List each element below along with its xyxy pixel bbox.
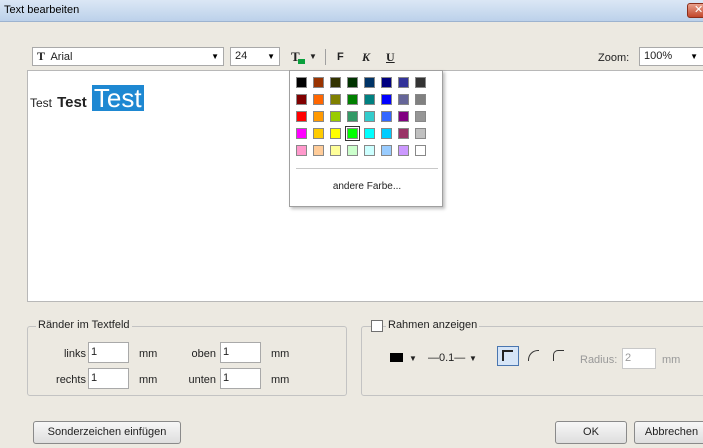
more-colors-option[interactable]: andere Farbe...: [290, 181, 444, 192]
left-margin-unit: mm: [139, 348, 158, 360]
zoom-label: Zoom:: [598, 52, 630, 64]
text-run-bold: Test: [57, 94, 87, 111]
color-swatch[interactable]: [313, 128, 324, 139]
color-swatch[interactable]: [364, 145, 375, 156]
palette-divider: [296, 168, 438, 169]
bottom-margin-input[interactable]: 1: [220, 368, 261, 389]
color-swatch[interactable]: [381, 77, 392, 88]
right-margin-input[interactable]: 1: [88, 368, 129, 389]
window-title: Text bearbeiten: [4, 4, 80, 16]
color-swatch[interactable]: [347, 77, 358, 88]
color-swatch[interactable]: [364, 111, 375, 122]
zoom-value: 100%: [644, 50, 673, 62]
square-corner-icon: [502, 350, 513, 361]
chevron-down-icon: ▼: [267, 52, 275, 61]
border-color-swatch[interactable]: [390, 353, 403, 362]
radius-input[interactable]: 2: [622, 348, 656, 369]
color-swatch[interactable]: [398, 128, 409, 139]
color-swatch[interactable]: [313, 77, 324, 88]
chevron-down-icon: ▼: [211, 52, 219, 61]
color-swatch[interactable]: [415, 128, 426, 139]
current-color-swatch: [298, 59, 305, 64]
insert-special-chars-button[interactable]: Sonderzeichen einfügen: [33, 421, 181, 444]
color-swatch[interactable]: [330, 111, 341, 122]
top-margin-unit: mm: [271, 348, 290, 360]
text-color-button[interactable]: T ▼: [291, 48, 319, 66]
chevron-down-icon: ▼: [690, 52, 698, 61]
chevron-down-icon: ▼: [309, 52, 317, 61]
text-run-selected[interactable]: Test: [91, 85, 144, 111]
color-swatch[interactable]: [347, 111, 358, 122]
radius-label: Radius:: [580, 354, 618, 366]
color-swatch[interactable]: [296, 128, 307, 139]
cancel-button[interactable]: Abbrechen: [634, 421, 703, 444]
color-swatch[interactable]: [381, 94, 392, 105]
color-swatch[interactable]: [364, 128, 375, 139]
title-bar: Text bearbeiten ✕: [0, 0, 703, 22]
color-swatch[interactable]: [330, 145, 341, 156]
color-swatch[interactable]: [415, 77, 426, 88]
show-frame-label: Rahmen anzeigen: [386, 319, 480, 331]
color-swatch[interactable]: [415, 145, 426, 156]
color-swatch[interactable]: [415, 94, 426, 105]
color-swatch[interactable]: [415, 111, 426, 122]
ok-button[interactable]: OK: [555, 421, 627, 444]
color-swatch[interactable]: [364, 77, 375, 88]
color-swatch[interactable]: [381, 145, 392, 156]
toolbar-divider: [325, 49, 326, 65]
left-margin-label: links: [63, 348, 86, 360]
color-swatch[interactable]: [313, 145, 324, 156]
chevron-down-icon[interactable]: ▼: [469, 354, 477, 363]
color-palette-popup: andere Farbe...: [289, 70, 443, 207]
bottom-margin-unit: mm: [271, 374, 290, 386]
color-swatch[interactable]: [313, 94, 324, 105]
font-size-value: 24: [235, 50, 248, 62]
color-swatch[interactable]: [398, 94, 409, 105]
show-frame-checkbox[interactable]: [371, 320, 383, 332]
color-swatch[interactable]: [398, 111, 409, 122]
color-swatch[interactable]: [381, 128, 392, 139]
text-content: Test Test Test: [30, 85, 144, 111]
top-margin-input[interactable]: 1: [220, 342, 261, 363]
color-swatch[interactable]: [347, 145, 358, 156]
chevron-down-icon[interactable]: ▼: [409, 354, 417, 363]
rounded-corner-button[interactable]: [553, 350, 564, 361]
radius-unit: mm: [662, 354, 681, 366]
bold-button[interactable]: F: [337, 48, 344, 66]
font-icon: T: [37, 49, 46, 63]
color-swatch[interactable]: [330, 94, 341, 105]
text-run-small: Test: [30, 96, 53, 110]
left-margin-input[interactable]: 1: [88, 342, 129, 363]
color-swatch[interactable]: [296, 145, 307, 156]
zoom-select[interactable]: 100% ▼: [639, 47, 703, 66]
margins-group-title: Ränder im Textfeld: [36, 319, 132, 331]
color-swatch[interactable]: [347, 94, 358, 105]
line-width-select[interactable]: —0.1—: [428, 352, 465, 364]
color-swatch[interactable]: [330, 77, 341, 88]
top-margin-label: oben: [191, 348, 216, 360]
color-swatch[interactable]: [345, 126, 360, 141]
color-swatch[interactable]: [296, 111, 307, 122]
right-margin-unit: mm: [139, 374, 158, 386]
color-swatch[interactable]: [398, 145, 409, 156]
color-swatch[interactable]: [330, 128, 341, 139]
color-swatch[interactable]: [296, 94, 307, 105]
color-swatch[interactable]: [364, 94, 375, 105]
bottom-margin-label: unten: [188, 374, 216, 386]
close-button[interactable]: ✕: [687, 3, 703, 18]
right-margin-label: rechts: [56, 374, 86, 386]
color-swatch[interactable]: [381, 111, 392, 122]
color-swatch[interactable]: [398, 77, 409, 88]
font-family-select[interactable]: T Arial ▼: [32, 47, 224, 66]
underline-button[interactable]: U: [386, 48, 395, 66]
color-swatch[interactable]: [296, 77, 307, 88]
font-size-select[interactable]: 24 ▼: [230, 47, 280, 66]
color-swatch[interactable]: [313, 111, 324, 122]
italic-button[interactable]: K: [362, 48, 370, 66]
font-family-value: Arial: [50, 51, 73, 63]
square-corner-button[interactable]: [497, 346, 519, 366]
